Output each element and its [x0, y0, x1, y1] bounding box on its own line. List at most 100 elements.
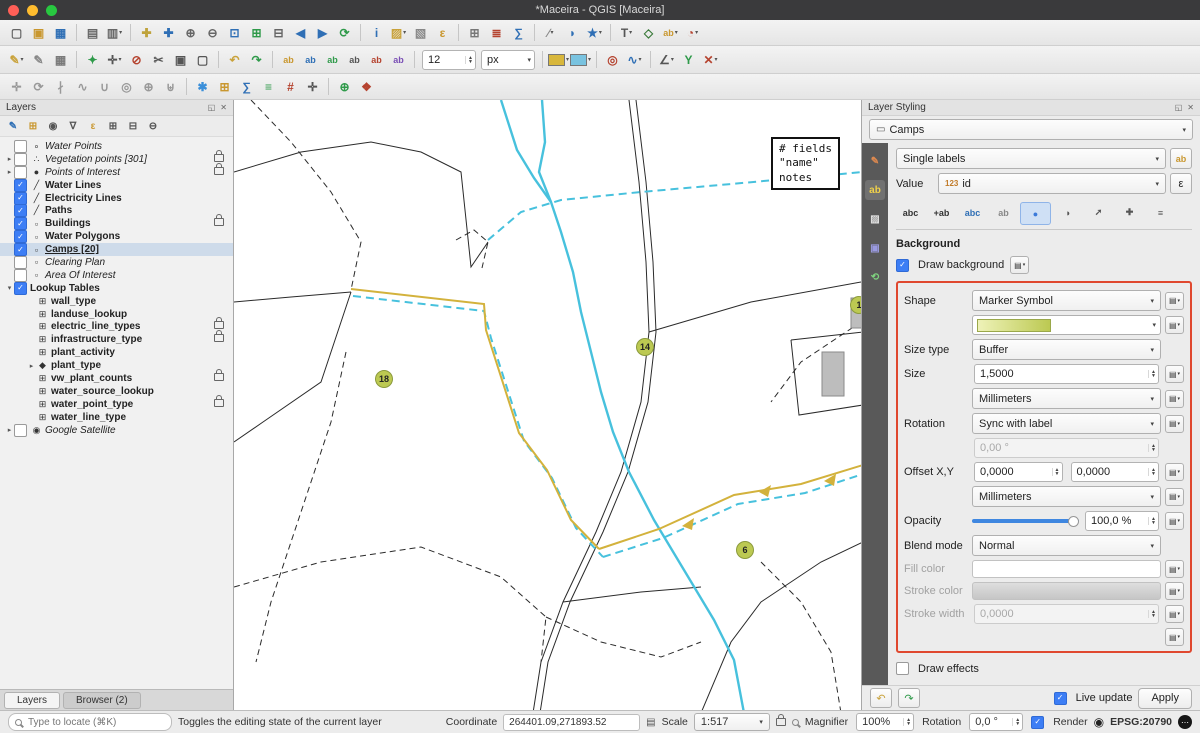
new-print-layout-icon[interactable]: ▤: [82, 22, 103, 43]
open-attribute-table-icon[interactable]: ⊞: [464, 22, 485, 43]
text-annotation[interactable]: # fields"name"notes: [771, 137, 840, 190]
rotation-spinbox[interactable]: 0,0 °: [969, 713, 1023, 731]
expander-icon[interactable]: ▸: [27, 362, 36, 370]
styled-layer-combo[interactable]: ▭ Camps: [869, 119, 1193, 140]
scale-combo[interactable]: 1:517: [694, 713, 770, 731]
tab-buffer[interactable]: abc: [958, 202, 987, 223]
visibility-checkbox[interactable]: ✓: [14, 192, 27, 205]
render-checkbox[interactable]: ✓: [1031, 716, 1044, 729]
history-tab-icon[interactable]: ⟲: [865, 267, 885, 287]
raster-calculator-icon[interactable]: #: [280, 76, 301, 97]
layer-item-water-point-type[interactable]: ⊞water_point_type: [0, 398, 233, 411]
zoom-full-icon[interactable]: ⊡: [224, 22, 245, 43]
qgis-plugin-icon[interactable]: ❖: [356, 76, 377, 97]
tab-mask[interactable]: ab: [989, 202, 1018, 223]
new-project-icon[interactable]: ▢: [6, 22, 27, 43]
text-color-swatch[interactable]: ▾: [548, 49, 569, 70]
visibility-checkbox[interactable]: [14, 140, 27, 153]
data-defined-draw-background-button[interactable]: [1010, 256, 1029, 274]
label-mode-combo[interactable]: Single labels: [896, 148, 1166, 169]
map-tips-icon[interactable]: ◗: [562, 22, 583, 43]
move-feature-icon[interactable]: ✛: [6, 76, 27, 97]
show-hide-labels-icon[interactable]: ab: [322, 49, 343, 70]
rotate-feature-icon[interactable]: ⟳: [28, 76, 49, 97]
expander-icon[interactable]: ▸: [5, 168, 14, 176]
tab-rendering[interactable]: ≡: [1146, 202, 1175, 223]
open-layer-styling-icon[interactable]: ✎: [5, 118, 21, 134]
zoom-to-layer-icon[interactable]: ⊟: [268, 22, 289, 43]
processing-toolbox-icon[interactable]: ✱: [192, 76, 213, 97]
shape-combo[interactable]: Marker Symbol: [972, 290, 1161, 311]
select-features-icon[interactable]: ▨▾: [388, 22, 409, 43]
merge-features-icon[interactable]: ⊎: [160, 76, 181, 97]
data-defined-stroke-color-button[interactable]: [1165, 582, 1184, 600]
tab-text[interactable]: abc: [896, 202, 925, 223]
camp-marker-14[interactable]: 14: [636, 338, 654, 356]
tab-background[interactable]: ●: [1020, 202, 1051, 225]
layer-item-electricity-lines[interactable]: ✓╱Electricity Lines: [0, 192, 233, 205]
draw-effects-checkbox[interactable]: [896, 662, 909, 675]
locator-search[interactable]: [8, 713, 172, 731]
undo-style-button[interactable]: ↶: [870, 688, 892, 708]
symbology-tab-icon[interactable]: ✎: [865, 151, 885, 171]
data-defined-shape-button[interactable]: [1165, 292, 1184, 310]
layer-item-lookup-tables[interactable]: ▾✓Lookup Tables: [0, 282, 233, 295]
expander-icon[interactable]: ▸: [5, 426, 14, 434]
delete-selected-icon[interactable]: ⊘: [126, 49, 147, 70]
open-project-icon[interactable]: ▣: [28, 22, 49, 43]
data-defined-size-button[interactable]: [1165, 365, 1184, 383]
visibility-checkbox[interactable]: ✓: [14, 282, 27, 295]
pan-map-icon[interactable]: ✚: [136, 22, 157, 43]
layer-item-water-line-type[interactable]: ⊞water_line_type: [0, 411, 233, 424]
layer-item-buildings[interactable]: ✓▫Buildings: [0, 217, 233, 230]
tracing-icon[interactable]: ∿▾: [624, 49, 645, 70]
tab-callouts[interactable]: ➚: [1084, 202, 1113, 223]
labels-tab-icon[interactable]: ab: [865, 180, 885, 200]
data-defined-symbol-button[interactable]: [1165, 316, 1184, 334]
redo-style-button[interactable]: ↷: [898, 688, 920, 708]
georeferencer-icon[interactable]: ✛: [302, 76, 323, 97]
manage-map-themes-icon[interactable]: ◉: [45, 118, 61, 134]
blend-mode-combo[interactable]: Normal: [972, 535, 1161, 556]
pin-unpin-labels-icon[interactable]: ab: [300, 49, 321, 70]
panel-detach-icon[interactable]: ◱: [208, 103, 216, 112]
pan-to-selection-icon[interactable]: ✚: [158, 22, 179, 43]
layer-item-points-of-interest[interactable]: ▸●Points of Interest: [0, 166, 233, 179]
collapse-all-icon[interactable]: ⊟: [125, 118, 141, 134]
reshape-features-icon[interactable]: ∿: [72, 76, 93, 97]
visibility-checkbox[interactable]: ✓: [14, 230, 27, 243]
font-size-spin[interactable]: 12: [422, 50, 476, 70]
panel-close-icon[interactable]: ✕: [220, 103, 227, 112]
tab-browser[interactable]: Browser (2): [63, 692, 141, 709]
visibility-checkbox[interactable]: [14, 269, 27, 282]
map-canvas[interactable]: # fields"name"notes 181461: [234, 100, 861, 710]
offset-x-spinbox[interactable]: 0,0000: [974, 462, 1063, 482]
marker-symbol-preview[interactable]: [972, 315, 1161, 335]
layer-item-water-points[interactable]: ∘Water Points: [0, 140, 233, 153]
dem-tools-icon[interactable]: ≡: [258, 76, 279, 97]
labeling-rules-button[interactable]: ab: [1170, 148, 1192, 169]
add-part-icon[interactable]: ⊕: [138, 76, 159, 97]
move-label-icon[interactable]: ab: [344, 49, 365, 70]
3d-view-tab-icon[interactable]: ▣: [865, 238, 885, 258]
field-calculator-icon[interactable]: ≣: [486, 22, 507, 43]
redo-icon[interactable]: ↷: [246, 49, 267, 70]
data-defined-opacity-button[interactable]: [1165, 512, 1184, 530]
expander-icon[interactable]: ▸: [5, 155, 14, 163]
layer-item-clearing-plan[interactable]: ▫Clearing Plan: [0, 256, 233, 269]
python-console-icon[interactable]: ◇: [638, 22, 659, 43]
zoom-out-icon[interactable]: ⊖: [202, 22, 223, 43]
layer-item-landuse-lookup[interactable]: ⊞landuse_lookup: [0, 308, 233, 321]
change-label-icon[interactable]: ab: [388, 49, 409, 70]
filter-by-expression-icon[interactable]: ε: [85, 118, 101, 134]
save-layer-edits-icon[interactable]: ▦: [50, 49, 71, 70]
camp-marker-18[interactable]: 18: [375, 370, 393, 388]
camp-marker-6[interactable]: 6: [736, 541, 754, 559]
refresh-map-icon[interactable]: ⟳: [334, 22, 355, 43]
new-bookmark-icon[interactable]: ★▾: [584, 22, 605, 43]
data-defined-extra-button[interactable]: [1165, 628, 1184, 646]
layer-item-vegetation-points-301[interactable]: ▸∴Vegetation points [301]: [0, 153, 233, 166]
tab-placement[interactable]: ✚: [1115, 202, 1144, 223]
crs-badge[interactable]: EPSG:20790: [1110, 716, 1172, 728]
visibility-checkbox[interactable]: ✓: [14, 204, 27, 217]
